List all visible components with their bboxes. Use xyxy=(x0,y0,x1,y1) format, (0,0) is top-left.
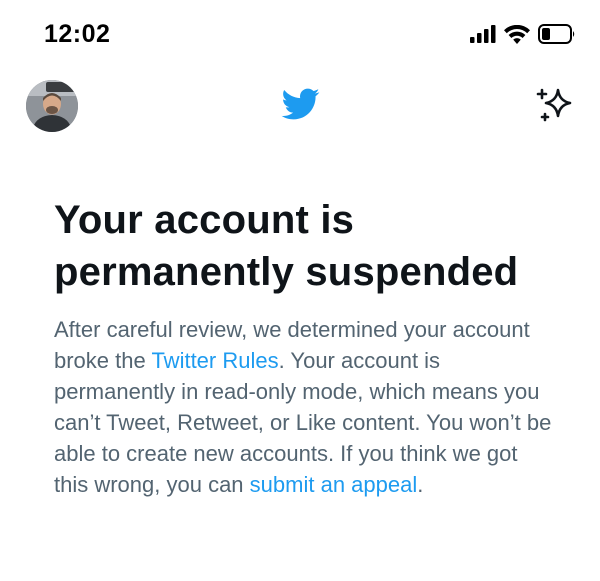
app-header xyxy=(0,60,600,150)
status-icons xyxy=(470,24,576,44)
suspension-message: After careful review, we determined your… xyxy=(54,314,554,500)
cellular-signal-icon xyxy=(470,25,496,43)
wifi-icon xyxy=(504,24,530,44)
suspension-headline: Your account is permanently suspended xyxy=(54,198,519,294)
twitter-rules-link[interactable]: Twitter Rules xyxy=(151,348,278,373)
twitter-bird-icon xyxy=(277,84,323,124)
message-text-3: . xyxy=(417,472,424,497)
avatar[interactable] xyxy=(26,80,78,132)
sparkle-icon[interactable] xyxy=(533,84,577,128)
status-time: 12:02 xyxy=(44,20,111,48)
submit-appeal-link[interactable]: submit an appeal xyxy=(250,472,418,497)
battery-icon xyxy=(538,24,576,44)
status-bar: 12:02 xyxy=(0,0,600,60)
